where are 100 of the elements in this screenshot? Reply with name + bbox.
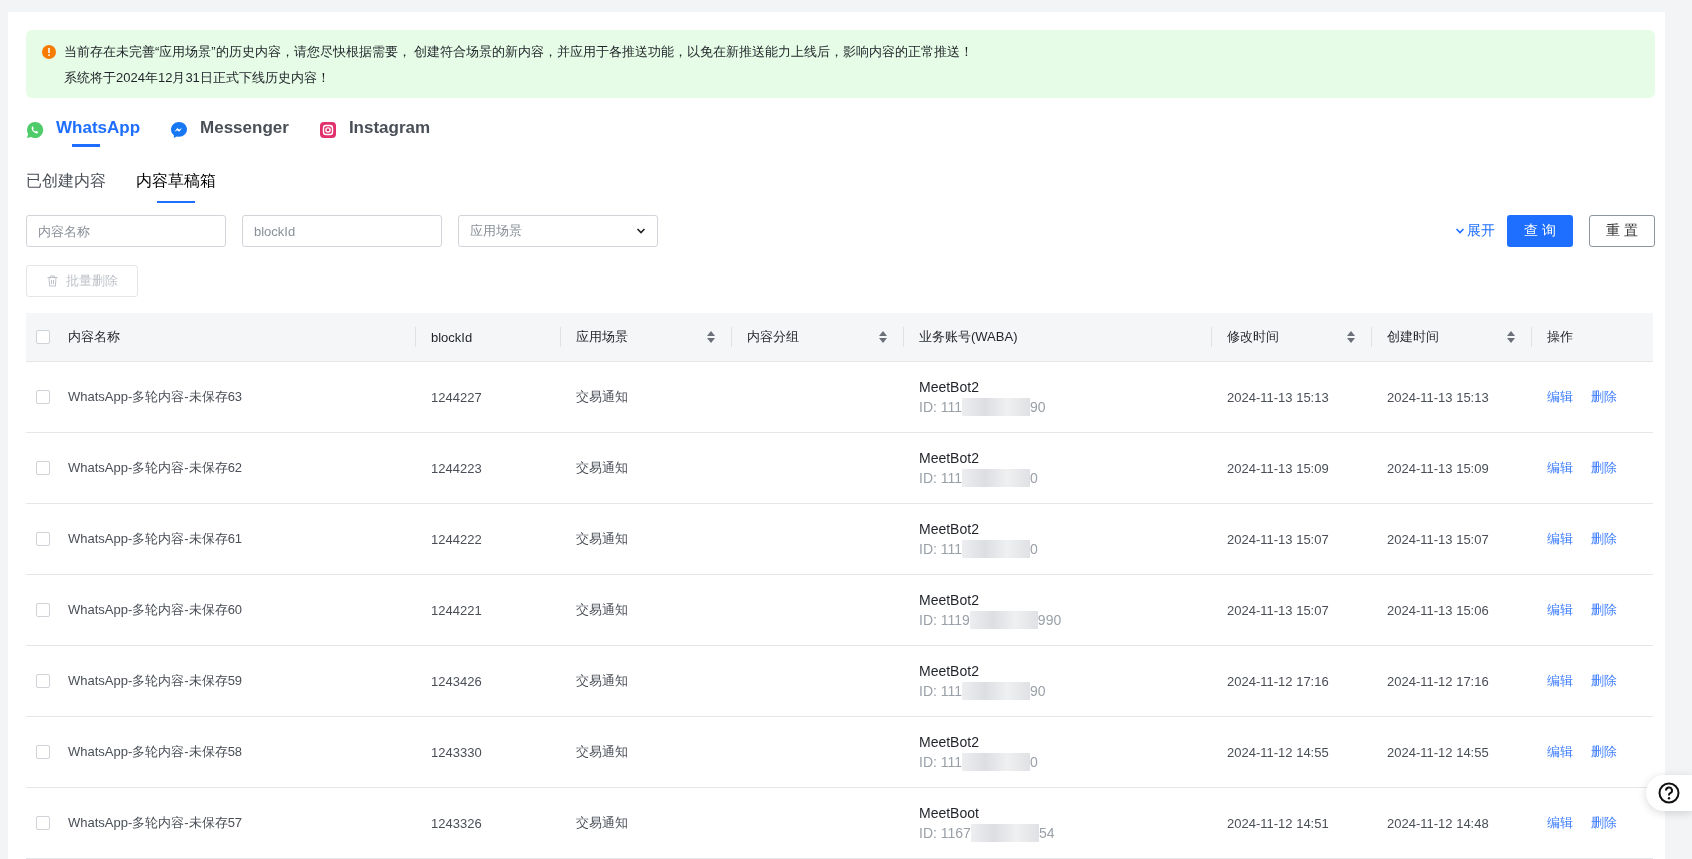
account-id: ID: 111 bbox=[919, 753, 963, 770]
account-id: ID: 111 bbox=[919, 540, 963, 557]
table-cell: 交易通知 bbox=[576, 601, 628, 619]
checkbox[interactable] bbox=[36, 532, 50, 546]
channel-tab[interactable]: Instagram bbox=[348, 112, 431, 148]
account-name: MeetBot2 bbox=[919, 378, 980, 395]
account-id: 90 bbox=[1030, 398, 1046, 415]
checkbox[interactable] bbox=[36, 745, 50, 759]
checkbox[interactable] bbox=[36, 816, 50, 830]
redaction-blur bbox=[962, 752, 1031, 771]
table-cell: 交易通知 bbox=[576, 459, 628, 477]
redaction-blur bbox=[962, 468, 1031, 487]
account-id: ID: 111 bbox=[919, 398, 963, 415]
scene-select[interactable]: 应用场景 bbox=[458, 215, 658, 248]
column-header: 业务账号(WABA) bbox=[919, 328, 1018, 346]
action-link[interactable]: 删除 bbox=[1591, 388, 1617, 406]
account-id: 990 bbox=[1037, 611, 1062, 628]
account-id: ID: 1167 bbox=[919, 824, 971, 841]
camera-icon bbox=[318, 120, 337, 139]
content-tab[interactable]: 内容草稿箱 bbox=[136, 159, 216, 204]
column-header: 修改时间 bbox=[1227, 328, 1279, 346]
query-button[interactable]: 查 询 bbox=[1507, 215, 1573, 248]
account-id: 0 bbox=[1030, 469, 1038, 486]
column-header: 内容名称 bbox=[68, 328, 120, 346]
table-cell: 2024-11-12 17:16 bbox=[1227, 673, 1329, 689]
account-name: MeetBot2 bbox=[919, 662, 980, 679]
help-button[interactable] bbox=[1646, 775, 1692, 811]
checkbox[interactable] bbox=[36, 330, 50, 344]
table-cell: 1244222 bbox=[431, 531, 482, 547]
notice-text: 当前存在未完善“应用场景”的历史内容，请您尽快根据需要， 创建符合场景的新内容，并应用于各推送功能，以免在新推送能力上线后，影响内容的正常推送！ bbox=[64, 43, 974, 61]
action-link[interactable]: 删除 bbox=[1591, 814, 1617, 832]
action-link[interactable]: 编辑 bbox=[1547, 388, 1573, 406]
checkbox[interactable] bbox=[36, 390, 50, 404]
table-cell: WhatsApp-多轮内容-未保存59 bbox=[68, 672, 243, 690]
table-cell: 交易通知 bbox=[576, 814, 628, 832]
table-cell: 2024-11-12 14:51 bbox=[1227, 815, 1329, 831]
column-header: 应用场景 bbox=[576, 328, 628, 346]
table-cell: 2024-11-13 15:09 bbox=[1387, 460, 1489, 476]
table-cell: 1243326 bbox=[431, 815, 482, 831]
table-cell: 2024-11-12 17:16 bbox=[1387, 673, 1489, 689]
account-name: MeetBot2 bbox=[919, 449, 980, 466]
chevron-down-icon bbox=[1455, 228, 1465, 235]
action-link[interactable]: 删除 bbox=[1591, 743, 1617, 761]
checkbox[interactable] bbox=[36, 603, 50, 617]
table-cell: WhatsApp-多轮内容-未保存63 bbox=[68, 388, 243, 406]
account-id: ID: 1119 bbox=[919, 611, 970, 628]
action-link[interactable]: 编辑 bbox=[1547, 530, 1573, 548]
table-cell: 1244227 bbox=[431, 389, 482, 405]
account-id: ID: 111 bbox=[919, 469, 963, 486]
table-cell: 2024-11-13 15:13 bbox=[1227, 389, 1329, 405]
table-cell: 2024-11-12 14:48 bbox=[1387, 815, 1489, 831]
table-cell: 2024-11-13 15:06 bbox=[1387, 602, 1489, 618]
expand-link[interactable]: 展开 bbox=[1455, 222, 1495, 241]
column-header: 操作 bbox=[1547, 328, 1573, 346]
notice-text: 系统将于2024年12月31日正式下线历史内容！ bbox=[64, 69, 331, 87]
sort-icon[interactable] bbox=[879, 331, 887, 343]
name-search-field[interactable]: 内容名称 bbox=[26, 215, 226, 248]
block-id-field[interactable]: blockId bbox=[242, 215, 442, 248]
account-id: 0 bbox=[1030, 540, 1038, 557]
action-link[interactable]: 删除 bbox=[1591, 601, 1617, 619]
action-link[interactable]: 编辑 bbox=[1547, 814, 1573, 832]
table-cell: 交易通知 bbox=[576, 672, 628, 690]
chat-bubble-icon bbox=[170, 120, 189, 139]
table-cell: 2024-11-13 15:09 bbox=[1227, 460, 1329, 476]
redaction-blur bbox=[970, 823, 1039, 842]
table-cell: 1243426 bbox=[431, 673, 482, 689]
reset-button[interactable]: 重 置 bbox=[1589, 215, 1655, 248]
checkbox[interactable] bbox=[36, 674, 50, 688]
redaction-blur bbox=[962, 539, 1031, 558]
action-link[interactable]: 删除 bbox=[1591, 459, 1617, 477]
redaction-blur bbox=[962, 397, 1031, 416]
channel-tab[interactable]: WhatsApp bbox=[56, 112, 141, 148]
sort-icon[interactable] bbox=[1347, 331, 1355, 343]
action-link[interactable]: 编辑 bbox=[1547, 459, 1573, 477]
content-tab[interactable]: 已创建内容 bbox=[26, 159, 106, 204]
table-cell: 1244221 bbox=[431, 602, 482, 618]
column-header: blockId bbox=[431, 329, 473, 345]
action-link[interactable]: 编辑 bbox=[1547, 672, 1573, 690]
account-name: MeetBot2 bbox=[919, 520, 980, 537]
account-name: MeetBoot bbox=[919, 804, 980, 821]
action-link[interactable]: 编辑 bbox=[1547, 601, 1573, 619]
chevron-down-icon bbox=[636, 228, 646, 235]
channel-tab[interactable]: Messenger bbox=[200, 112, 289, 148]
account-id: ID: 111 bbox=[919, 682, 963, 699]
table-cell: 2024-11-12 14:55 bbox=[1387, 744, 1489, 760]
table-cell: WhatsApp-多轮内容-未保存60 bbox=[68, 601, 243, 619]
table-cell: WhatsApp-多轮内容-未保存62 bbox=[68, 459, 243, 477]
action-link[interactable]: 删除 bbox=[1591, 530, 1617, 548]
action-link[interactable]: 编辑 bbox=[1547, 743, 1573, 761]
sort-icon[interactable] bbox=[1507, 331, 1515, 343]
action-link[interactable]: 删除 bbox=[1591, 672, 1617, 690]
redaction-blur bbox=[962, 681, 1031, 700]
table-cell: 1243330 bbox=[431, 744, 482, 760]
warning-icon bbox=[42, 45, 56, 59]
account-id: 54 bbox=[1038, 824, 1055, 841]
checkbox[interactable] bbox=[36, 461, 50, 475]
table-cell: 交易通知 bbox=[576, 530, 628, 548]
table-cell: 2024-11-13 15:07 bbox=[1227, 531, 1329, 547]
account-name: MeetBot2 bbox=[919, 591, 980, 608]
sort-icon[interactable] bbox=[707, 331, 715, 343]
